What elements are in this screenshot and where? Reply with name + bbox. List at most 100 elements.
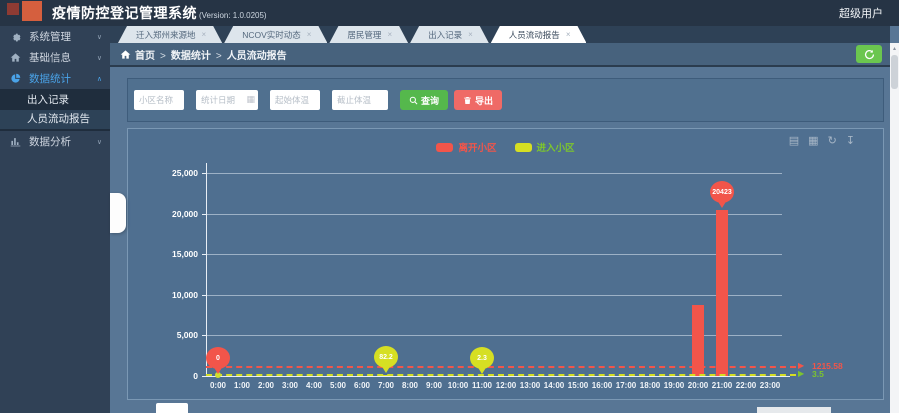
close-icon[interactable]: × xyxy=(387,30,392,39)
bar-chart-icon xyxy=(10,136,25,147)
tab[interactable]: 人员流动报告 × xyxy=(491,26,587,43)
chevron-down-icon: ∨ xyxy=(97,138,102,146)
tab[interactable]: 迁入郑州来源地 × xyxy=(118,26,222,43)
sidebar-menu: 系统管理∨基础信息∨数据统计∧出入记录人员流动报告数据分析∨ xyxy=(0,26,110,152)
search-field xyxy=(270,90,320,110)
tab-label: 人员流动报告 xyxy=(509,29,560,41)
average-arrow-icon: ▶ xyxy=(798,369,804,378)
x-axis xyxy=(206,376,790,377)
close-icon[interactable]: × xyxy=(202,30,207,39)
marker-pin: 0 xyxy=(206,347,230,369)
y-tick-label: 10,000 xyxy=(128,290,198,300)
sidebar-item-label: 基础信息 xyxy=(29,50,71,65)
tab[interactable]: NCOV实时动态 × xyxy=(224,26,327,43)
sidebar-item[interactable]: 数据分析∨ xyxy=(0,131,110,152)
app-title: 疫情防控登记管理系统 xyxy=(52,3,197,23)
query-button[interactable]: 查询 xyxy=(400,90,448,110)
sidebar-subitem[interactable]: 出入记录 xyxy=(0,91,110,110)
marker-pin-label: 82.2 xyxy=(379,354,393,361)
y-tick-label: 5,000 xyxy=(128,330,198,340)
y-tick-label: 15,000 xyxy=(128,249,198,259)
breadcrumb-separator: > xyxy=(160,51,166,62)
app-root: 疫情防控登记管理系统 (Version: 1.0.0205) 超级用户 系统管理… xyxy=(0,0,899,413)
marker-pin: 82.2 xyxy=(374,346,398,368)
search-field: ▦ xyxy=(196,90,258,110)
export-button-label: 导出 xyxy=(475,94,493,107)
trash-icon xyxy=(463,96,472,105)
sidebar-submenu: 出入记录人员流动报告 xyxy=(0,89,110,131)
sidebar-item-label: 数据统计 xyxy=(29,71,71,86)
breadcrumb-bar: 首页 > 数据统计 > 人员流动报告 xyxy=(110,43,890,67)
breadcrumb-home[interactable]: 首页 xyxy=(135,47,155,62)
scroll-up-icon[interactable]: ▴ xyxy=(890,43,899,52)
vertical-scrollbar[interactable]: ▴ xyxy=(890,43,899,413)
sidebar: 系统管理∨基础信息∨数据统计∧出入记录人员流动报告数据分析∨ xyxy=(0,26,110,413)
search-fields: ▦ xyxy=(134,90,400,110)
query-button-label: 查询 xyxy=(421,94,439,107)
bottom-partial-panel-2 xyxy=(757,407,831,413)
community-name-input[interactable] xyxy=(134,90,184,110)
y-tick-label: 20,000 xyxy=(128,209,198,219)
gridline xyxy=(206,254,782,255)
breadcrumb: > 数据统计 > 人员流动报告 xyxy=(155,47,287,62)
chart-plot: 05,00010,00015,00020,00025,0000:001:002:… xyxy=(128,129,883,399)
chevron-down-icon: ∨ xyxy=(97,54,102,62)
search-field xyxy=(332,90,388,110)
export-button[interactable]: 导出 xyxy=(454,90,502,110)
sidebar-item[interactable]: 基础信息 ∨ xyxy=(0,47,110,68)
tab[interactable]: 出入记录 × xyxy=(410,26,489,43)
y-tick-label: 0 xyxy=(128,371,198,381)
refresh-icon xyxy=(864,49,875,60)
scrollbar-thumb[interactable] xyxy=(891,55,898,89)
end-temp-input[interactable] xyxy=(332,90,388,110)
refresh-button[interactable] xyxy=(856,45,882,63)
sidebar-subitem[interactable]: 人员流动报告 xyxy=(0,110,110,129)
search-field xyxy=(134,90,184,110)
search-icon xyxy=(409,96,418,105)
average-line xyxy=(206,374,796,376)
sidebar-item[interactable]: 系统管理 ∨ xyxy=(0,26,110,47)
home-icon xyxy=(120,49,131,60)
gridline xyxy=(206,214,782,215)
app-version: (Version: 1.0.0205) xyxy=(199,11,267,20)
start-temp-input[interactable] xyxy=(270,90,320,110)
close-icon[interactable]: × xyxy=(307,30,312,39)
average-line xyxy=(206,366,796,368)
y-tick-label: 25,000 xyxy=(128,168,198,178)
breadcrumb-item[interactable]: 人员流动报告 xyxy=(227,51,287,62)
app-logo xyxy=(0,0,52,26)
close-icon[interactable]: × xyxy=(566,30,571,39)
marker-pin: 2.3 xyxy=(470,347,494,369)
chevron-down-icon: ∨ xyxy=(97,33,102,41)
logo-square-orange xyxy=(22,1,42,21)
tab-label: 出入记录 xyxy=(428,29,462,41)
stat-date-input[interactable] xyxy=(196,90,258,110)
tab-label: NCOV实时动态 xyxy=(242,29,301,41)
marker-pin-label: 2.3 xyxy=(477,355,487,362)
gridline xyxy=(206,173,782,174)
tab[interactable]: 居民管理 × xyxy=(329,26,408,43)
close-icon[interactable]: × xyxy=(468,30,473,39)
average-value-label: 3.5 xyxy=(812,369,824,379)
y-axis xyxy=(206,163,207,376)
breadcrumb-separator: > xyxy=(216,51,222,62)
app-header: 疫情防控登记管理系统 (Version: 1.0.0205) 超级用户 xyxy=(0,0,899,26)
tab-label: 迁入郑州来源地 xyxy=(136,29,196,41)
marker-pin: 20423 xyxy=(710,181,734,203)
bar-离开小区 xyxy=(716,210,728,376)
home-icon xyxy=(10,52,25,63)
bottom-partial-panel xyxy=(156,403,188,413)
tab-bar: 迁入郑州来源地 × NCOV实时动态 × 居民管理 × 出入记录 × 人员流动报告 × xyxy=(110,26,890,43)
breadcrumb-item[interactable]: 数据统计 xyxy=(171,51,211,62)
user-menu[interactable]: 超级用户 xyxy=(839,5,883,21)
panel-collapse-handle[interactable] xyxy=(110,193,126,233)
x-tick-label: 23:00 xyxy=(753,381,787,390)
sidebar-item[interactable]: 数据统计∧ xyxy=(0,68,110,89)
sidebar-item-label: 系统管理 xyxy=(29,29,71,44)
gear-icon xyxy=(10,31,25,42)
marker-pin-label: 0 xyxy=(216,355,220,362)
search-panel: ▦ 查询 导出 xyxy=(127,78,884,122)
tab-label: 居民管理 xyxy=(347,29,381,41)
logo-square-dark xyxy=(7,3,19,15)
chart-panel: 离开小区进入小区 ▤▦↻↧ 05,00010,00015,00020,00025… xyxy=(127,128,884,400)
